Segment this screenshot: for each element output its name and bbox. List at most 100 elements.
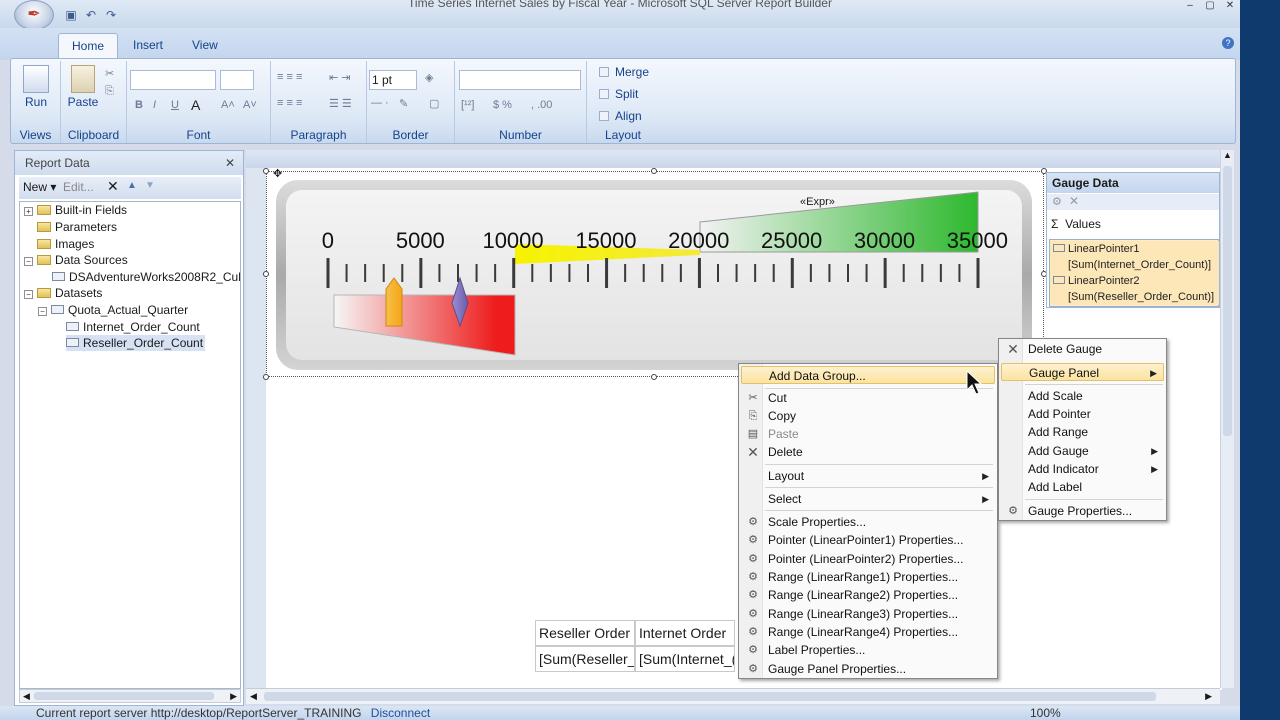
copy-icon: ⎘ [748, 410, 758, 422]
menu-range4-properties[interactable]: ⚙ Range (LinearRange4) Properties... [741, 623, 958, 641]
minor-tick [939, 264, 942, 282]
minor-tick [865, 264, 868, 282]
scroll-left-icon[interactable]: ◀ [250, 691, 257, 702]
submenu-arrow-icon: ▶ [1150, 368, 1157, 378]
scale-label: 25000 [761, 228, 823, 253]
properties-icon: ⚙ [748, 663, 758, 675]
values-label: Values [1065, 217, 1101, 231]
menu-pointer1-properties[interactable]: ⚙ Pointer (LinearPointer1) Properties... [741, 531, 963, 549]
menu-add-indicator[interactable]: Add Indicator ▶ [1001, 460, 1164, 478]
menu-pointer2-properties[interactable]: ⚙ Pointer (LinearPointer2) Properties... [741, 550, 963, 568]
menu-cut[interactable]: ✂ Cut [741, 389, 786, 407]
menu-add-gauge[interactable]: Add Gauge ▶ [1001, 442, 1164, 460]
properties-icon: ⚙ [1008, 505, 1018, 517]
gauge-expression-label[interactable]: «Expr» [800, 196, 835, 208]
minor-tick [364, 264, 367, 282]
menu-range3-properties[interactable]: ⚙ Range (LinearRange3) Properties... [741, 605, 958, 623]
menu-item-label: Gauge Panel Properties... [768, 662, 907, 676]
menu-select-label: Select [768, 492, 802, 506]
minor-tick [587, 264, 589, 282]
delete-value-icon[interactable]: ✕ [1069, 194, 1079, 208]
table-header-cell[interactable]: Internet Order [635, 620, 735, 646]
cut-icon: ✂ [748, 392, 758, 404]
desktop-background [1240, 0, 1280, 720]
context-menu: Add Data Group... ✂ Cut ⎘ Copy ▤ Paste ✕ Del… [738, 363, 998, 679]
submenu-arrow-icon: ▶ [982, 471, 989, 481]
range-linearrange3[interactable] [699, 191, 979, 253]
menu-add-label[interactable]: Add Label [1001, 478, 1082, 496]
menu-add-pointer[interactable]: Add Pointer [1001, 405, 1091, 423]
mouse-cursor-icon [966, 370, 982, 395]
properties-icon: ⚙ [748, 553, 758, 565]
menu-delete-label: Delete [768, 445, 803, 459]
menu-delete-gauge[interactable]: ✕ Delete Gauge [1001, 340, 1102, 358]
minor-tick [382, 264, 385, 282]
minor-tick [642, 264, 645, 282]
menu-item-label: Scale Properties... [768, 515, 867, 529]
menu-item-label: Pointer (LinearPointer2) Properties... [768, 552, 964, 566]
status-text: Current report server http://desktop/Rep… [36, 706, 362, 720]
menu-separator [765, 464, 993, 465]
value-pointer1-field[interactable]: [Sum(Internet_Order_Count)] [1050, 257, 1219, 273]
minor-tick [549, 264, 552, 282]
menu-item-label: Label Properties... [768, 643, 866, 657]
table-data-cell[interactable]: [Sum(Reseller_ [535, 646, 635, 672]
value-pointer1[interactable]: LinearPointer1 [1050, 241, 1219, 257]
menu-delete[interactable]: ✕ Delete [741, 443, 803, 461]
scroll-right-icon[interactable]: ▶ [1205, 691, 1212, 702]
scroll-thumb[interactable] [264, 692, 1156, 701]
zoom-level: 100% [1030, 706, 1061, 720]
menu-select[interactable]: Select ▶ [741, 490, 995, 508]
menu-layout[interactable]: Layout ▶ [741, 467, 995, 485]
major-tick [976, 258, 980, 288]
disconnect-link[interactable]: Disconnect [371, 706, 430, 720]
scale-label: 10000 [482, 228, 544, 253]
menu-item-label: Pointer (LinearPointer1) Properties... [768, 533, 964, 547]
menu-separator [765, 487, 993, 488]
menu-add-range[interactable]: Add Range [1001, 423, 1088, 441]
menu-add-data-group[interactable]: Add Data Group... [741, 366, 995, 384]
menu-item-label: Add Gauge [1028, 444, 1089, 458]
scroll-thumb[interactable] [1223, 166, 1232, 436]
table-header-cell[interactable]: Reseller Order [535, 620, 635, 646]
menu-range1-properties[interactable]: ⚙ Range (LinearRange1) Properties... [741, 568, 958, 586]
value-pointer2-field[interactable]: [Sum(Reseller_Order_Count)] [1050, 289, 1219, 305]
menu-label-properties[interactable]: ⚙ Label Properties... [741, 641, 865, 659]
menu-paste[interactable]: ▤ Paste [741, 425, 799, 443]
minor-tick [345, 264, 348, 282]
menu-gauge-panel-properties[interactable]: ⚙ Gauge Panel Properties... [741, 660, 906, 678]
menu-separator [765, 510, 993, 511]
pointer-icon [1053, 244, 1065, 252]
minor-tick [958, 264, 961, 282]
scale-label: 15000 [575, 228, 637, 253]
minor-tick [624, 264, 627, 282]
delete-icon: ✕ [747, 444, 759, 460]
menu-item-label: Range (LinearRange2) Properties... [768, 588, 959, 602]
value-pointer2[interactable]: LinearPointer2 [1050, 273, 1219, 289]
minor-tick [921, 264, 924, 282]
scroll-up-icon[interactable]: ▲ [1223, 150, 1232, 160]
menu-item-label: Delete Gauge [1028, 342, 1103, 356]
minor-tick [568, 264, 571, 282]
menu-item-label: Gauge Properties... [1028, 504, 1133, 518]
menu-paste-label: Paste [768, 427, 799, 441]
menu-item-label: Range (LinearRange1) Properties... [768, 570, 959, 584]
menu-range2-properties[interactable]: ⚙ Range (LinearRange2) Properties... [741, 586, 958, 604]
menu-gauge-properties[interactable]: ⚙ Gauge Properties... [1001, 502, 1132, 520]
range-linearrange1[interactable] [333, 294, 516, 356]
menu-add-scale[interactable]: Add Scale [1001, 387, 1083, 405]
menu-item-label: Gauge Panel [1029, 366, 1100, 380]
menu-separator [1025, 384, 1163, 385]
major-tick [326, 258, 330, 288]
scale-label: 5000 [395, 228, 445, 253]
menu-copy[interactable]: ⎘ Copy [741, 407, 796, 425]
design-horizontal-scrollbar[interactable]: ◀ ▶ [246, 688, 1220, 704]
menu-gauge-panel[interactable]: Gauge Panel ▶ [1001, 363, 1164, 381]
vertical-scrollbar[interactable]: ▲ [1220, 150, 1234, 688]
properties-icon[interactable]: ⚙ [1052, 195, 1062, 208]
pointer-linearpointer1[interactable] [385, 277, 403, 327]
properties-icon: ⚙ [748, 534, 758, 546]
menu-scale-properties[interactable]: ⚙ Scale Properties... [741, 513, 866, 531]
minor-tick [754, 264, 757, 282]
table-data-cell[interactable]: [Sum(Internet_( [635, 646, 735, 672]
